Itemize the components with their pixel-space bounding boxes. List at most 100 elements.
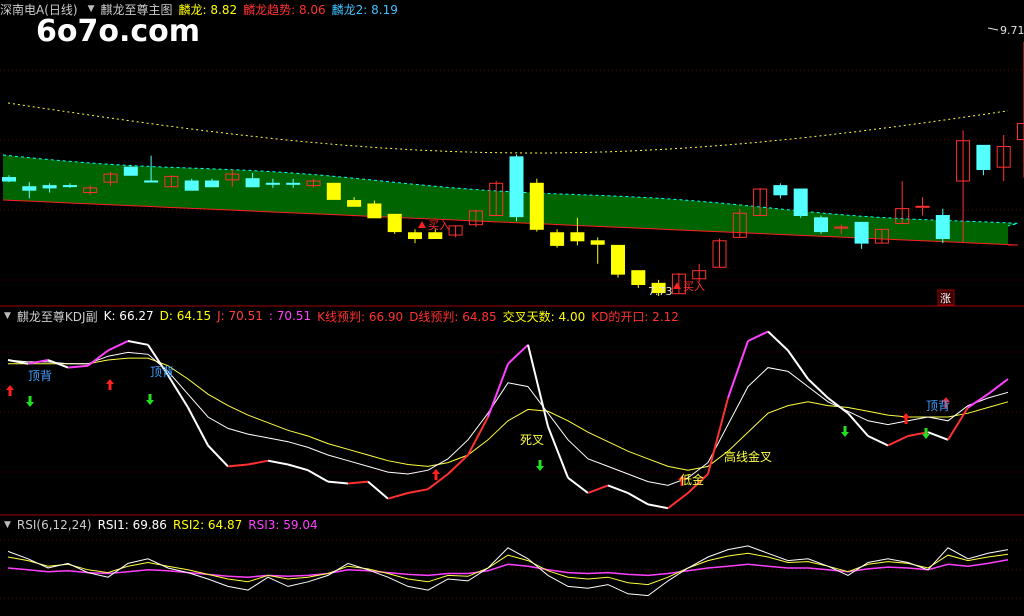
kdj-item-7: KD的开口: 2.12 xyxy=(591,309,679,324)
kdj-j-segment xyxy=(407,488,429,494)
kdj-item-6: 交叉天数: 4.00 xyxy=(502,309,586,324)
candle-body xyxy=(550,232,565,246)
kdj-annotation-label: 死叉 xyxy=(520,433,544,447)
candle-body xyxy=(590,240,605,245)
kdj-j-segment xyxy=(247,459,269,466)
kdj-up-arrow-icon xyxy=(902,413,910,424)
low-price-label: 7.73 xyxy=(648,285,673,298)
candle-body xyxy=(245,178,260,188)
rsi-dropdown-icon[interactable]: ▼ xyxy=(4,520,11,530)
candle-body xyxy=(2,177,16,182)
kdj-item-4: K线预判: 66.90 xyxy=(317,309,404,324)
kdj-up-arrow-icon xyxy=(106,379,114,390)
kdj-j-segment xyxy=(587,484,609,494)
candle-body xyxy=(611,244,625,275)
kdj-j-segment xyxy=(667,492,689,509)
kdj-j-segment xyxy=(747,330,769,342)
candle-body xyxy=(631,270,646,286)
candle-body xyxy=(408,232,422,239)
candle-body xyxy=(62,185,77,188)
kdj-j-segment xyxy=(787,349,809,380)
candle-body xyxy=(1017,123,1024,141)
rsi-title[interactable]: RSI(6,12,24) xyxy=(17,518,92,532)
kdj-j-segment xyxy=(567,477,589,494)
candle-body xyxy=(42,185,57,189)
buy-signal-label: 买入 xyxy=(683,280,705,293)
candle-body xyxy=(22,186,37,191)
kdj-j-segment xyxy=(287,463,309,472)
long-ma-line xyxy=(7,102,1009,154)
kdj-j-segment xyxy=(547,426,569,479)
kdj-j-segment xyxy=(607,484,629,494)
buy-arrow-icon xyxy=(418,221,426,228)
kdj-annotation-label: 顶背 xyxy=(150,365,174,379)
kdj-down-arrow-icon xyxy=(841,426,849,437)
rsi-item-1: RSI2: 64.87 xyxy=(172,518,243,532)
kdj-j-segment xyxy=(887,435,909,447)
kdj-j-segment xyxy=(947,406,969,441)
candle-body xyxy=(509,156,524,218)
kdj-annotation-label: 高线金叉 xyxy=(724,449,772,464)
kdj-j-segment xyxy=(727,340,749,399)
zhang-badge-label: 涨 xyxy=(940,292,951,305)
rsi-header: ▼ RSI(6,12,24) RSI1: 69.86 RSI2: 64.87 R… xyxy=(0,516,318,534)
candle-body xyxy=(529,182,544,230)
kdj-annotation-label: 低金 xyxy=(680,472,704,487)
candle-body xyxy=(265,182,280,185)
candle-body xyxy=(326,182,341,200)
kdj-j-segment xyxy=(107,340,129,352)
kdj-j-segment xyxy=(127,340,149,346)
kdj-title[interactable]: 麒龙至尊KDJ副 xyxy=(17,308,98,325)
kdj-j-segment xyxy=(507,344,529,365)
candle-body xyxy=(144,180,159,183)
kdj-j-segment xyxy=(847,412,869,437)
candle-body xyxy=(286,182,301,185)
candle-body xyxy=(205,180,219,188)
candle-body xyxy=(367,203,382,219)
candle-body xyxy=(915,205,930,208)
kdj-down-arrow-icon xyxy=(146,394,154,405)
kdj-j-segment xyxy=(327,480,349,485)
high-price-label: 9.71 xyxy=(1000,24,1024,37)
candle-body xyxy=(935,215,950,239)
kdj-j-segment xyxy=(967,393,989,409)
rsi-lines xyxy=(7,545,1009,597)
candle-body xyxy=(854,221,869,244)
kdj-j-segment xyxy=(487,363,509,418)
candle-body xyxy=(123,166,138,176)
candle-body xyxy=(570,232,585,242)
kdj-j-segment xyxy=(87,349,109,367)
site-watermark: 6o7o.com xyxy=(36,14,201,49)
kdj-header: ▼ 麒龙至尊KDJ副 K: 66.27 D: 64.15 J: 70.51 : … xyxy=(0,307,679,325)
candle-body xyxy=(387,213,402,233)
rsi-item-0: RSI1: 69.86 xyxy=(97,518,167,532)
kdj-j-segment xyxy=(927,431,949,441)
candle-body xyxy=(814,217,828,233)
kdj-j-segment xyxy=(207,444,229,468)
kdj-j-segment xyxy=(367,480,389,500)
main-item-1: 麟龙趋势: 8.06 xyxy=(243,2,326,17)
candle-body xyxy=(793,188,808,217)
kdj-j-segment xyxy=(987,378,1009,395)
kdj-item-2: J: 70.51 xyxy=(217,309,263,323)
kdj-up-arrow-icon xyxy=(432,469,440,480)
main-item-2: 麟龙2: 8.19 xyxy=(331,2,398,17)
kdj-down-arrow-icon xyxy=(536,460,544,471)
kdj-j-segment xyxy=(67,364,89,369)
kdj-down-arrow-icon xyxy=(26,396,34,407)
kdj-item-1: D: 64.15 xyxy=(159,309,212,323)
kdj-dropdown-icon[interactable]: ▼ xyxy=(4,311,11,321)
kdj-j-segment xyxy=(447,454,469,475)
kdj-lines xyxy=(7,330,1009,510)
rsi-item-2: RSI3: 59.04 xyxy=(248,518,318,532)
candle-body xyxy=(347,200,362,207)
kdj-j-segment xyxy=(527,344,549,427)
indicator-dropdown-icon[interactable]: ▼ xyxy=(88,4,95,14)
kdj-j-segment xyxy=(647,503,669,510)
candle-body xyxy=(184,180,199,191)
candle-body xyxy=(976,144,991,171)
kdj-annotation-label: 顶背 xyxy=(28,369,52,383)
kdj-j-segment xyxy=(427,473,449,490)
buy-signal-label: 买入 xyxy=(428,219,450,232)
kdj-item-3: : 70.51 xyxy=(268,309,312,323)
